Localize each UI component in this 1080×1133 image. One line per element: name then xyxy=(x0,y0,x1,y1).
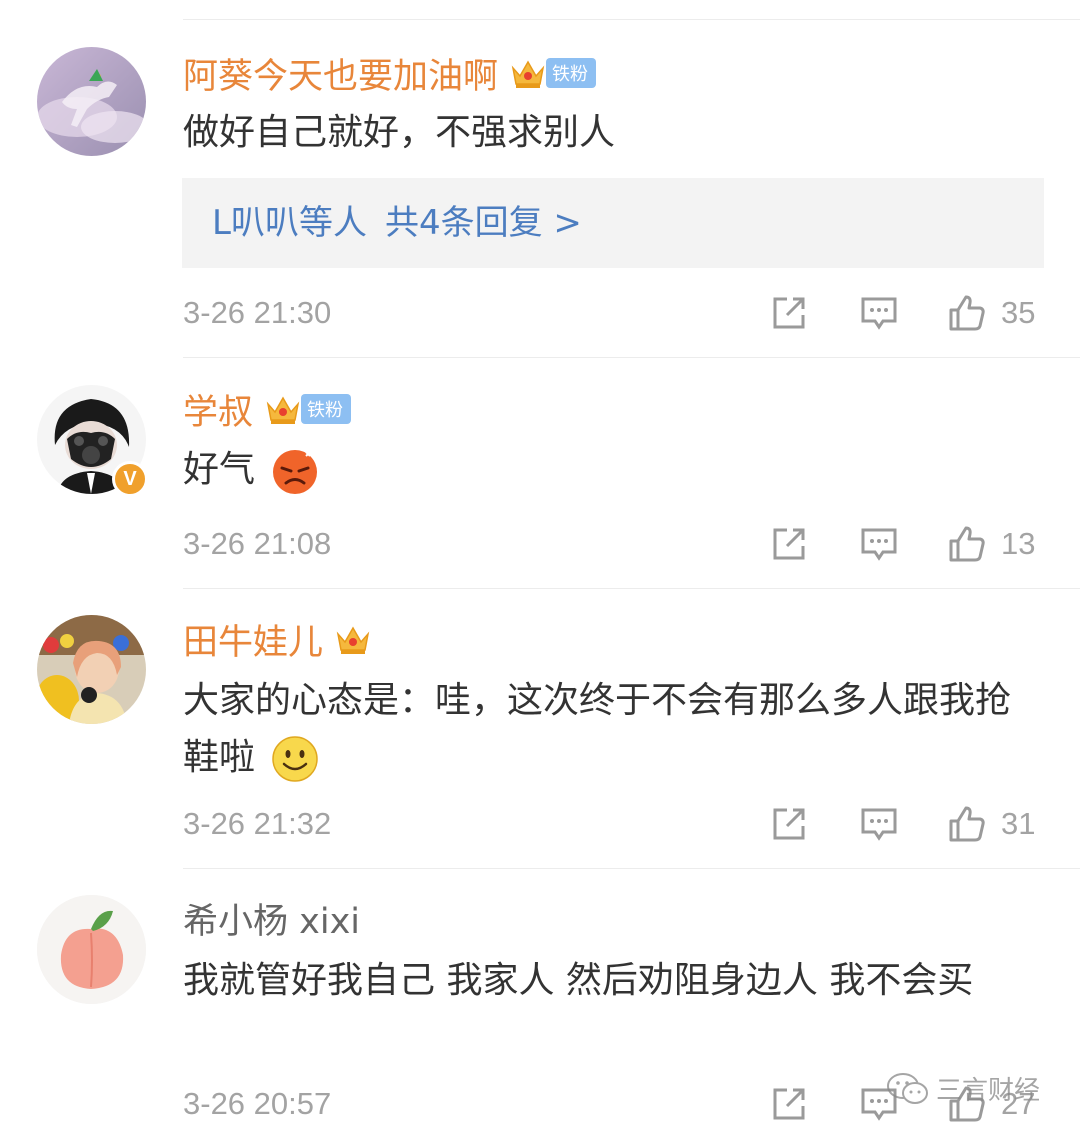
comment-item: 阿葵今天也要加油啊 铁粉 做好自己就好，不强求别人 L叭叭等人 共4条回复 > 3… xyxy=(0,20,1080,358)
timestamp: 3-26 20:57 xyxy=(183,1086,332,1121)
avatar[interactable] xyxy=(37,615,146,724)
username[interactable]: 田牛娃儿 xyxy=(183,614,323,665)
like-count: 13 xyxy=(1001,526,1036,561)
crown-icon xyxy=(266,396,300,424)
timestamp: 3-26 21:32 xyxy=(183,806,332,841)
share-button[interactable] xyxy=(769,524,809,564)
angry-face-emoji xyxy=(273,450,318,494)
like-count: 35 xyxy=(1001,295,1036,330)
share-button[interactable] xyxy=(769,1084,809,1124)
like-count: 31 xyxy=(1001,806,1036,841)
comment-text: 我就管好我自己 我家人 然后劝阻身边人 我不会买 xyxy=(183,960,974,1001)
share-icon xyxy=(773,808,805,840)
comment-text: 大家的心态是：哇，这次终于不会有那么多人跟我抢鞋啦 xyxy=(183,672,1043,786)
watermark: 三言财经 xyxy=(886,1070,1040,1107)
replies-preview[interactable]: L叭叭等人 共4条回复 > xyxy=(182,178,1044,268)
reply-button[interactable] xyxy=(859,524,899,564)
comment-icon xyxy=(861,808,897,841)
like-button[interactable]: 35 xyxy=(947,293,1043,333)
cloud-horse-avatar-icon xyxy=(37,47,146,156)
smile-emoji xyxy=(272,736,319,782)
timestamp: 3-26 21:30 xyxy=(183,295,332,330)
username[interactable]: 学叔 xyxy=(183,384,253,435)
fan-badge: 铁粉 xyxy=(301,394,352,424)
comment-item: 田牛娃儿 大家的心态是：哇，这次终于不会有那么多人跟我抢鞋啦 3-26 21:3… xyxy=(0,589,1080,869)
username[interactable]: 希小杨 xixi xyxy=(183,893,360,944)
like-button[interactable]: 31 xyxy=(947,804,1043,844)
share-icon xyxy=(773,297,805,329)
comment-text-body: 好气 xyxy=(183,449,256,490)
girl-avatar-icon xyxy=(37,615,146,724)
avatar[interactable] xyxy=(37,895,146,1004)
comment-icon xyxy=(861,528,897,561)
comment-text: 做好自己就好，不强求别人 xyxy=(183,112,616,153)
verified-badge: V xyxy=(112,461,148,497)
crown-icon xyxy=(336,626,370,654)
crown-icon xyxy=(511,60,545,88)
username-row: 希小杨 xixi xyxy=(183,893,360,943)
comment-meta: 3-26 21:30 35 xyxy=(183,288,1043,338)
watermark-text: 三言财经 xyxy=(936,1076,1041,1106)
share-button[interactable] xyxy=(769,293,809,333)
peach-avatar-icon xyxy=(37,895,146,1004)
comment-meta: 3-26 21:32 31 xyxy=(183,799,1043,849)
share-icon xyxy=(773,1088,805,1120)
wechat-icon xyxy=(887,1072,928,1104)
comment-meta: 3-26 21:08 13 xyxy=(183,519,1043,569)
timestamp: 3-26 21:08 xyxy=(183,526,332,561)
like-button[interactable]: 13 xyxy=(947,524,1043,564)
username-row: 阿葵今天也要加油啊 铁粉 xyxy=(183,48,597,99)
comment-item: V 学叔 铁粉 好气 3-26 21:08 13 xyxy=(0,358,1080,589)
username-row: 田牛娃儿 xyxy=(183,614,371,664)
reply-names[interactable]: L叭叭等人 xyxy=(212,203,367,243)
fan-badge: 铁粉 xyxy=(546,58,597,88)
reply-button[interactable] xyxy=(859,804,899,844)
username[interactable]: 阿葵今天也要加油啊 xyxy=(183,48,498,99)
reply-button[interactable] xyxy=(859,293,899,333)
username-row: 学叔 铁粉 xyxy=(183,384,352,435)
comment-icon xyxy=(861,297,897,330)
thumbs-up-icon xyxy=(949,526,985,562)
thumbs-up-icon xyxy=(949,295,985,331)
share-button[interactable] xyxy=(769,804,809,844)
share-icon xyxy=(773,528,805,560)
comment-text: 好气 xyxy=(183,441,1043,498)
reply-count-link[interactable]: 共4条回复 > xyxy=(385,203,582,243)
thumbs-up-icon xyxy=(949,806,985,842)
avatar[interactable] xyxy=(37,47,146,156)
